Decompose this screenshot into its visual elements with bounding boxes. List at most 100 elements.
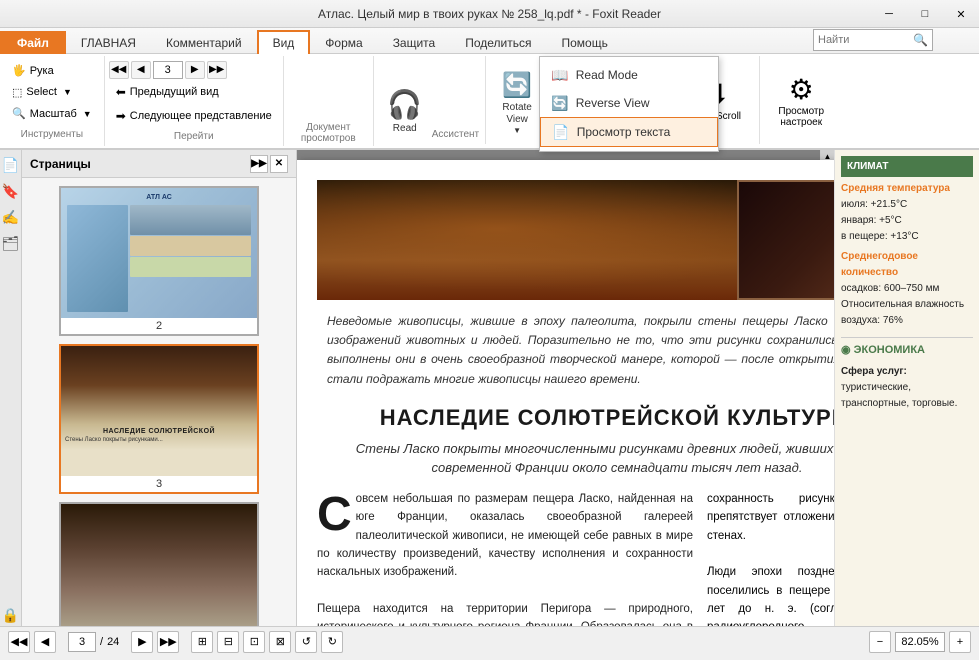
status-first-page-btn[interactable]: ◀◀ bbox=[8, 631, 30, 653]
right-column: сохранность рисунков: мрамор препятствуе… bbox=[707, 490, 834, 626]
ribbon-tabs: Файл ГЛАВНАЯ Комментарий Вид Форма Защит… bbox=[0, 28, 979, 54]
view-settings-group: ⚙ Просмотрнастроек bbox=[760, 56, 842, 144]
read-icon: 🎧 bbox=[387, 91, 422, 119]
document-view-group: 📖 Read Mode 🔄 Reverse View 📄 Просмотр те… bbox=[284, 56, 374, 146]
status-nav-icon-4[interactable]: ⊠ bbox=[269, 631, 291, 653]
last-page-btn[interactable]: ▶▶ bbox=[207, 61, 227, 79]
page-4-preview bbox=[61, 504, 257, 626]
status-nav-icon-3[interactable]: ⊡ bbox=[243, 631, 265, 653]
tab-home[interactable]: ГЛАВНАЯ bbox=[66, 31, 151, 54]
pages-icon[interactable]: 📄 bbox=[2, 154, 20, 176]
cave-detail-image bbox=[737, 180, 834, 300]
left-column: С овсем небольшая по размерам пещера Лас… bbox=[317, 490, 693, 626]
read-btn[interactable]: 🎧 Read bbox=[380, 60, 430, 140]
total-pages: 24 bbox=[107, 636, 119, 648]
section-title: НАСЛЕДИЕ СОЛЮТРЕЙСКОЙ КУЛЬТУРЫ bbox=[317, 405, 834, 431]
page-thumb-2[interactable]: АТЛ АС 2 bbox=[59, 186, 259, 336]
status-prev-page-btn[interactable]: ◀ bbox=[34, 631, 56, 653]
security-icon[interactable]: 🔒 bbox=[2, 604, 20, 626]
select-label: Select bbox=[26, 86, 57, 98]
select-dropdown-icon: ▼ bbox=[63, 87, 72, 97]
status-last-page-btn[interactable]: ▶▶ bbox=[157, 631, 179, 653]
bookmarks-icon[interactable]: 🔖 bbox=[2, 180, 20, 202]
first-page-btn[interactable]: ◀◀ bbox=[109, 61, 129, 79]
status-nav-icon-6[interactable]: ↻ bbox=[321, 631, 343, 653]
select-icon: ⬚ bbox=[12, 86, 22, 99]
prev-view-btn[interactable]: ⬅ Предыдущий вид bbox=[109, 81, 279, 103]
doc-view-group-label: Документ просмотров bbox=[284, 122, 373, 144]
prev-view-icon: ⬅ bbox=[116, 85, 126, 99]
tab-form[interactable]: Форма bbox=[310, 31, 377, 54]
zoom-input[interactable] bbox=[895, 632, 945, 652]
tab-protect[interactable]: Защита bbox=[378, 31, 451, 54]
layers-icon[interactable]: 🗂 bbox=[2, 232, 20, 254]
page-number-input[interactable] bbox=[153, 61, 183, 79]
search-box: 🔍 bbox=[813, 29, 933, 51]
next-page-btn[interactable]: ▶ bbox=[185, 61, 205, 79]
left-tools-group: 🖐 Рука ⬚ Select ▼ 🔍 Масштаб ▼ Инструмент… bbox=[0, 56, 105, 146]
status-nav-icon-5[interactable]: ↺ bbox=[295, 631, 317, 653]
next-view-btn[interactable]: ➡ Следующее представление bbox=[109, 105, 279, 127]
page-thumb-3[interactable]: НАСЛЕДИЕ СОЛЮТРЕЙСКОЙ Стены Ласко покрыт… bbox=[59, 344, 259, 494]
view-settings-btn[interactable]: ⚙ Просмотрнастроек bbox=[766, 60, 836, 140]
page-2-label: 2 bbox=[156, 318, 162, 334]
tab-share[interactable]: Поделиться bbox=[450, 31, 546, 54]
tab-comment[interactable]: Комментарий bbox=[151, 31, 257, 54]
reverse-view-item[interactable]: 🔄 Reverse View bbox=[540, 89, 718, 117]
zoom-display: − + bbox=[869, 631, 971, 653]
zoom-dropdown-icon: ▼ bbox=[83, 109, 92, 119]
hand-tool[interactable]: 🖐 Рука bbox=[8, 62, 96, 79]
thumb-2-title: АТЛ АС bbox=[65, 192, 253, 203]
left-icon-bar: 📄 🔖 ✍ 🗂 🔒 bbox=[0, 150, 22, 626]
status-next-page-btn[interactable]: ▶ bbox=[131, 631, 153, 653]
text-view-icon: 📄 bbox=[551, 124, 571, 140]
tab-help[interactable]: Помощь bbox=[547, 31, 623, 54]
zoom-out-btn[interactable]: − bbox=[869, 631, 891, 653]
thumb-3-text: Стены Ласко покрыты рисунками... bbox=[65, 437, 253, 445]
cave-top-image bbox=[317, 180, 834, 300]
zoom-in-btn[interactable]: + bbox=[949, 631, 971, 653]
climate-header: КЛИМАТ bbox=[841, 156, 973, 177]
read-mode-label: Read Mode bbox=[576, 68, 638, 82]
prev-page-btn[interactable]: ◀ bbox=[131, 61, 151, 79]
status-nav-icon-1[interactable]: ⊞ bbox=[191, 631, 213, 653]
app-title: Атлас. Целый мир в твоих руках № 258_lq.… bbox=[318, 7, 661, 21]
page-3-preview: НАСЛЕДИЕ СОЛЮТРЕЙСКОЙ Стены Ласко покрыт… bbox=[61, 346, 257, 476]
status-page-input[interactable] bbox=[68, 632, 96, 652]
read-label: Read bbox=[393, 123, 417, 135]
prev-view-label: Предыдущий вид bbox=[130, 86, 219, 98]
left-body-text: овсем небольшая по размерам пещера Ласко… bbox=[317, 493, 693, 626]
zoom-icon: 🔍 bbox=[12, 107, 26, 120]
status-nav-icon-2[interactable]: ⊟ bbox=[217, 631, 239, 653]
ribbon-content: 🖐 Рука ⬚ Select ▼ 🔍 Масштаб ▼ Инструмент… bbox=[0, 54, 979, 150]
sidebar-expand-btn[interactable]: ▶▶ bbox=[250, 155, 268, 173]
page-display: / 24 bbox=[68, 632, 119, 652]
sidebar: Страницы ▶▶ ✕ АТЛ АС bbox=[22, 150, 297, 626]
sidebar-collapse-btn[interactable]: ✕ bbox=[270, 155, 288, 173]
signatures-icon[interactable]: ✍ bbox=[2, 206, 20, 228]
zoom-tool[interactable]: 🔍 Масштаб ▼ bbox=[8, 105, 96, 122]
main-content: ▲ ▼ Неведомые живописцы, жившие в эпоху … bbox=[297, 150, 834, 626]
tab-file[interactable]: Файл bbox=[0, 31, 66, 54]
search-input[interactable] bbox=[818, 34, 913, 46]
page-2-preview: АТЛ АС bbox=[61, 188, 257, 318]
zoom-label: Масштаб bbox=[30, 108, 77, 120]
read-mode-item[interactable]: 📖 Read Mode bbox=[540, 61, 718, 89]
page-thumb-4[interactable] bbox=[59, 502, 259, 626]
maximize-button[interactable]: □ bbox=[907, 0, 943, 28]
drop-cap-letter: С bbox=[317, 496, 352, 534]
text-view-item[interactable]: 📄 Просмотр текста bbox=[540, 117, 718, 147]
body-section: С овсем небольшая по размерам пещера Лас… bbox=[317, 490, 834, 626]
right-climate-panel: КЛИМАТ Средняя температура июля: +21.5°C… bbox=[834, 150, 979, 626]
tab-view[interactable]: Вид bbox=[257, 30, 311, 54]
rotate-view-btn[interactable]: 🔄 RotateView ▼ bbox=[492, 60, 542, 140]
navigation-group: ◀◀ ◀ ▶ ▶▶ ⬅ Предыдущий вид ➡ Следующее п… bbox=[105, 56, 284, 146]
text-view-label: Просмотр текста bbox=[577, 125, 671, 139]
page-nav-row: ◀◀ ◀ ▶ ▶▶ bbox=[109, 61, 279, 79]
close-button[interactable]: ✕ bbox=[943, 0, 979, 28]
select-tool[interactable]: ⬚ Select ▼ bbox=[8, 84, 96, 101]
sidebar-controls: ▶▶ ✕ bbox=[250, 155, 288, 173]
minimize-button[interactable]: ─ bbox=[871, 0, 907, 28]
hand-label: Рука bbox=[30, 65, 54, 77]
assistant-group-label: Ассистент bbox=[432, 129, 479, 142]
